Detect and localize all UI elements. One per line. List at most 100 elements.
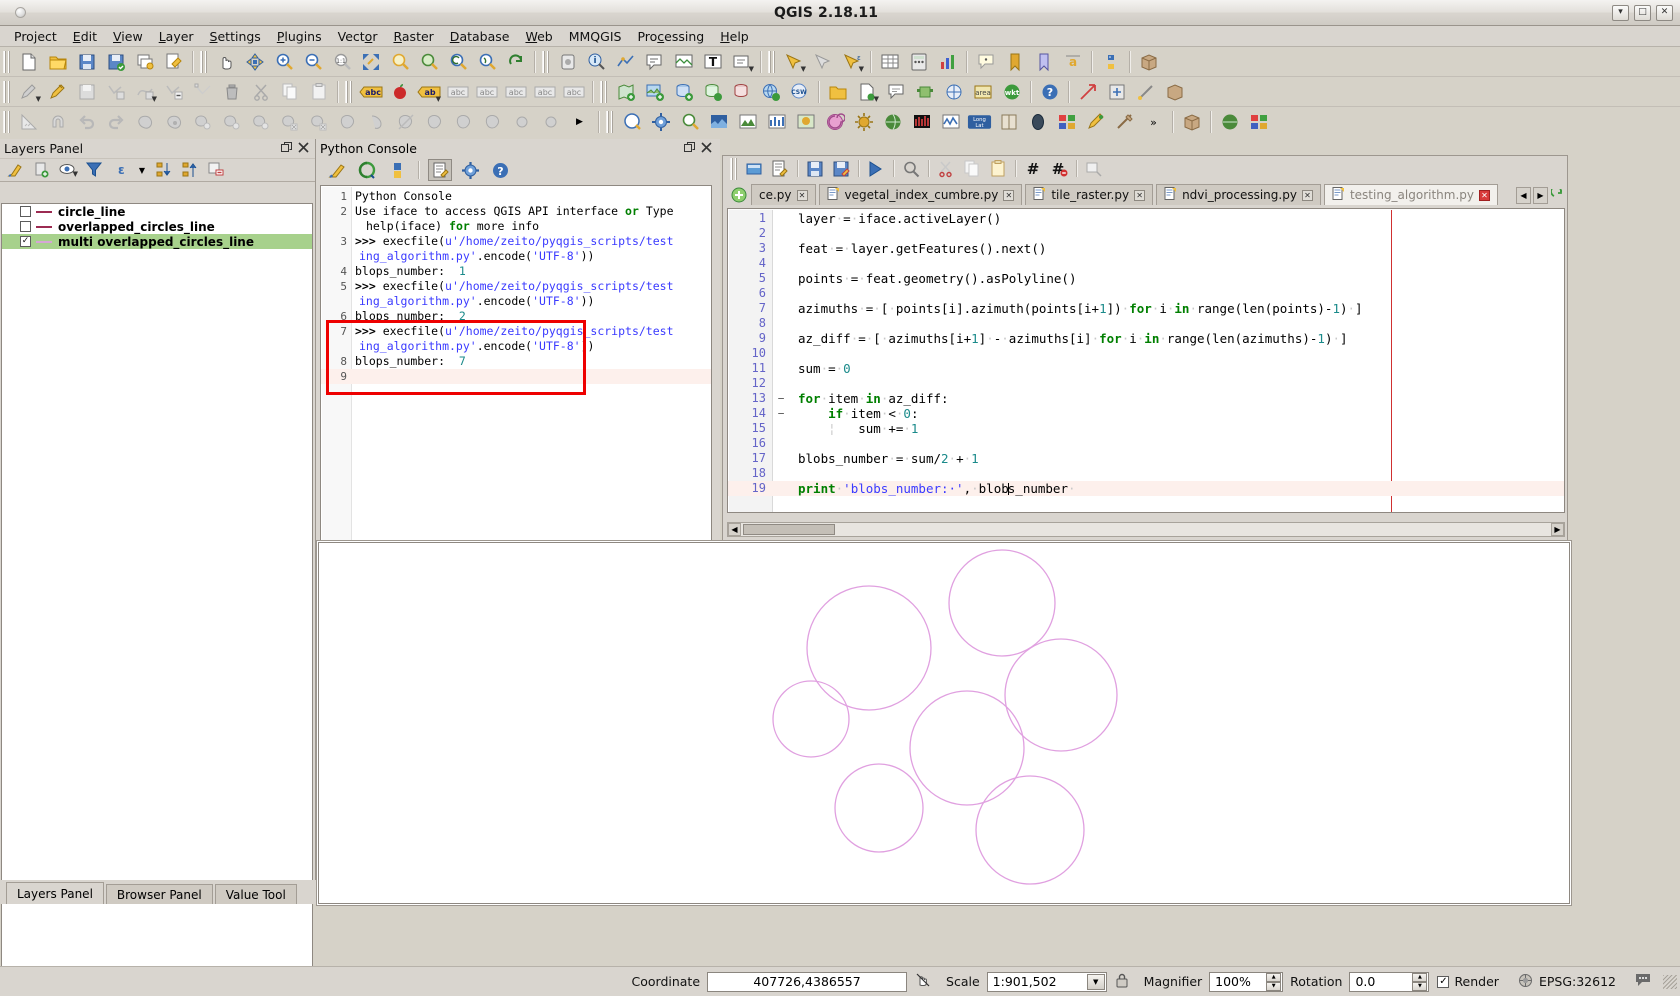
menu-help[interactable]: Help (712, 27, 757, 46)
zoom-to-layer-icon[interactable] (415, 49, 442, 75)
zoom-out-icon[interactable] (299, 49, 326, 75)
run-script-icon[interactable] (864, 158, 888, 180)
mmqgis-grid-icon[interactable] (1053, 109, 1080, 135)
help-icon[interactable]: ? (488, 159, 512, 181)
add-csw-layer-icon[interactable]: CSW (786, 79, 813, 105)
text-annotation-icon[interactable] (641, 49, 668, 75)
add-wms-layer-icon[interactable] (757, 79, 784, 105)
menu-plugins[interactable]: Plugins (269, 27, 330, 46)
delete-ring-icon[interactable] (276, 109, 303, 135)
open-attribute-table-icon[interactable] (876, 49, 903, 75)
code-fold-marker[interactable] (772, 256, 790, 271)
menu-view[interactable]: View (105, 27, 151, 46)
zoom-last-icon[interactable] (444, 49, 471, 75)
touch-zoom-icon[interactable] (554, 49, 581, 75)
fill-ring-icon[interactable] (247, 109, 274, 135)
rotation-spinbox[interactable]: 0.0 ▲ ▼ (1349, 971, 1430, 992)
rotate-point-symbols-icon[interactable] (508, 109, 535, 135)
code-fold-marker[interactable] (772, 481, 790, 496)
split-features-icon[interactable] (392, 109, 419, 135)
magnet-snapping-icon[interactable] (44, 109, 71, 135)
zoom-in-icon[interactable] (270, 49, 297, 75)
qgis-globe-icon[interactable] (1216, 109, 1243, 135)
open-project-icon[interactable] (44, 49, 71, 75)
identify-features-icon[interactable]: i (583, 49, 610, 75)
toolbar-handle[interactable] (542, 50, 550, 73)
mmqgis-raster-icon[interactable] (792, 109, 819, 135)
close-icon[interactable]: ✕ (1656, 4, 1673, 21)
code-fold-marker[interactable] (772, 301, 790, 316)
render-checkbox[interactable]: ✓ (1437, 975, 1450, 988)
uncomment-icon[interactable]: # (1047, 158, 1071, 180)
magnifier-spinbox[interactable]: 100% ▲ ▼ (1209, 971, 1284, 992)
reshape-features-icon[interactable] (334, 109, 361, 135)
abc-style-icon[interactable]: ab ▼ (415, 79, 442, 105)
layer-visibility-checkbox[interactable]: ✓ (20, 236, 31, 247)
open-data-source-manager-icon[interactable] (824, 79, 851, 105)
wkt-tool-icon[interactable]: wkt (998, 79, 1025, 105)
mmqgis-chart-icon[interactable] (763, 109, 790, 135)
code-fold-marker[interactable] (772, 271, 790, 286)
close-tab-icon[interactable]: ✕ (1479, 189, 1491, 201)
run-script-icon[interactable] (385, 159, 409, 181)
add-spatialite-layer-icon[interactable] (699, 79, 726, 105)
copy-features-icon[interactable] (276, 79, 303, 105)
chevron-down-icon[interactable]: ▼ (1086, 973, 1105, 990)
editor-tab[interactable]: vegetal_index_cumbre.py ✕ (818, 184, 1023, 205)
layer-visibility-checkbox[interactable] (20, 206, 31, 217)
dropdown-more-icon[interactable]: ▶ (566, 109, 593, 135)
menu-settings[interactable]: Settings (202, 27, 269, 46)
python-console-icon[interactable] (1097, 49, 1124, 75)
tab-next-icon[interactable]: ▶ (1533, 187, 1548, 204)
mmqgis-pencil-icon[interactable] (1082, 109, 1109, 135)
toolbar-handle[interactable] (606, 111, 614, 133)
panel-tab-browser-panel[interactable]: Browser Panel (105, 884, 213, 904)
copy-icon[interactable] (960, 158, 984, 180)
toolbar-handle[interactable] (200, 50, 208, 73)
lock-scale-icon[interactable] (1107, 973, 1137, 991)
new-bookmark-icon[interactable] (1001, 49, 1028, 75)
mmqgis-globe-icon[interactable] (879, 109, 906, 135)
zoom-to-selection-icon[interactable] (386, 49, 413, 75)
close-tab-icon[interactable]: ✕ (1301, 189, 1313, 201)
layer-item[interactable]: ✓ multi overlapped_circles_line (2, 234, 312, 249)
manage-visibility-icon[interactable]: ▼ (57, 160, 79, 180)
processing-box-icon[interactable] (1178, 109, 1205, 135)
comment-balloon-icon[interactable] (882, 79, 909, 105)
area-tool-icon[interactable]: area (969, 79, 996, 105)
field-calculator-icon[interactable] (905, 49, 932, 75)
new-shapefile-layer-icon[interactable]: ▼ (853, 79, 880, 105)
minimize-icon[interactable]: ▾ (1612, 4, 1629, 21)
code-fold-marker[interactable] (772, 241, 790, 256)
delete-selected-icon[interactable] (218, 79, 245, 105)
node-tool-icon[interactable] (189, 79, 216, 105)
save-icon[interactable] (803, 158, 827, 180)
pan-to-selection-icon[interactable] (241, 49, 268, 75)
mmqgis-green-icon[interactable] (734, 109, 761, 135)
code-fold-marker[interactable] (772, 376, 790, 391)
maximize-icon[interactable]: □ (1634, 4, 1651, 21)
redo-icon[interactable] (102, 109, 129, 135)
vector-tools-icon[interactable] (1132, 79, 1159, 105)
remove-layer-icon[interactable] (205, 160, 227, 180)
search-icon[interactable] (676, 109, 703, 135)
panel-tab-value-tool[interactable]: Value Tool (214, 884, 297, 904)
collapse-all-icon[interactable] (179, 160, 201, 180)
menu-mmqgis[interactable]: MMQGIS (561, 27, 630, 46)
layers-list[interactable]: circle_line overlapped_circles_line ✓ multi… (1, 203, 313, 996)
cut-features-icon[interactable] (247, 79, 274, 105)
save-layer-edits-icon[interactable] (73, 79, 100, 105)
object-inspector-icon[interactable] (1082, 158, 1106, 180)
simplify-feature-icon[interactable] (160, 109, 187, 135)
code-fold-marker[interactable] (772, 211, 790, 226)
plugin-colorful-icon[interactable] (1245, 109, 1272, 135)
close-panel-icon[interactable] (298, 141, 309, 156)
deselect-features-icon[interactable] (809, 49, 836, 75)
abc-label2-icon[interactable]: abc (444, 79, 471, 105)
expression-filter-icon[interactable]: ε (109, 160, 131, 180)
offset-curve-icon[interactable] (363, 109, 390, 135)
save-project-as-icon[interactable] (102, 49, 129, 75)
georeferencer-icon[interactable] (940, 79, 967, 105)
new-map-view-icon[interactable] (670, 49, 697, 75)
add-vector-layer-icon[interactable] (612, 79, 639, 105)
